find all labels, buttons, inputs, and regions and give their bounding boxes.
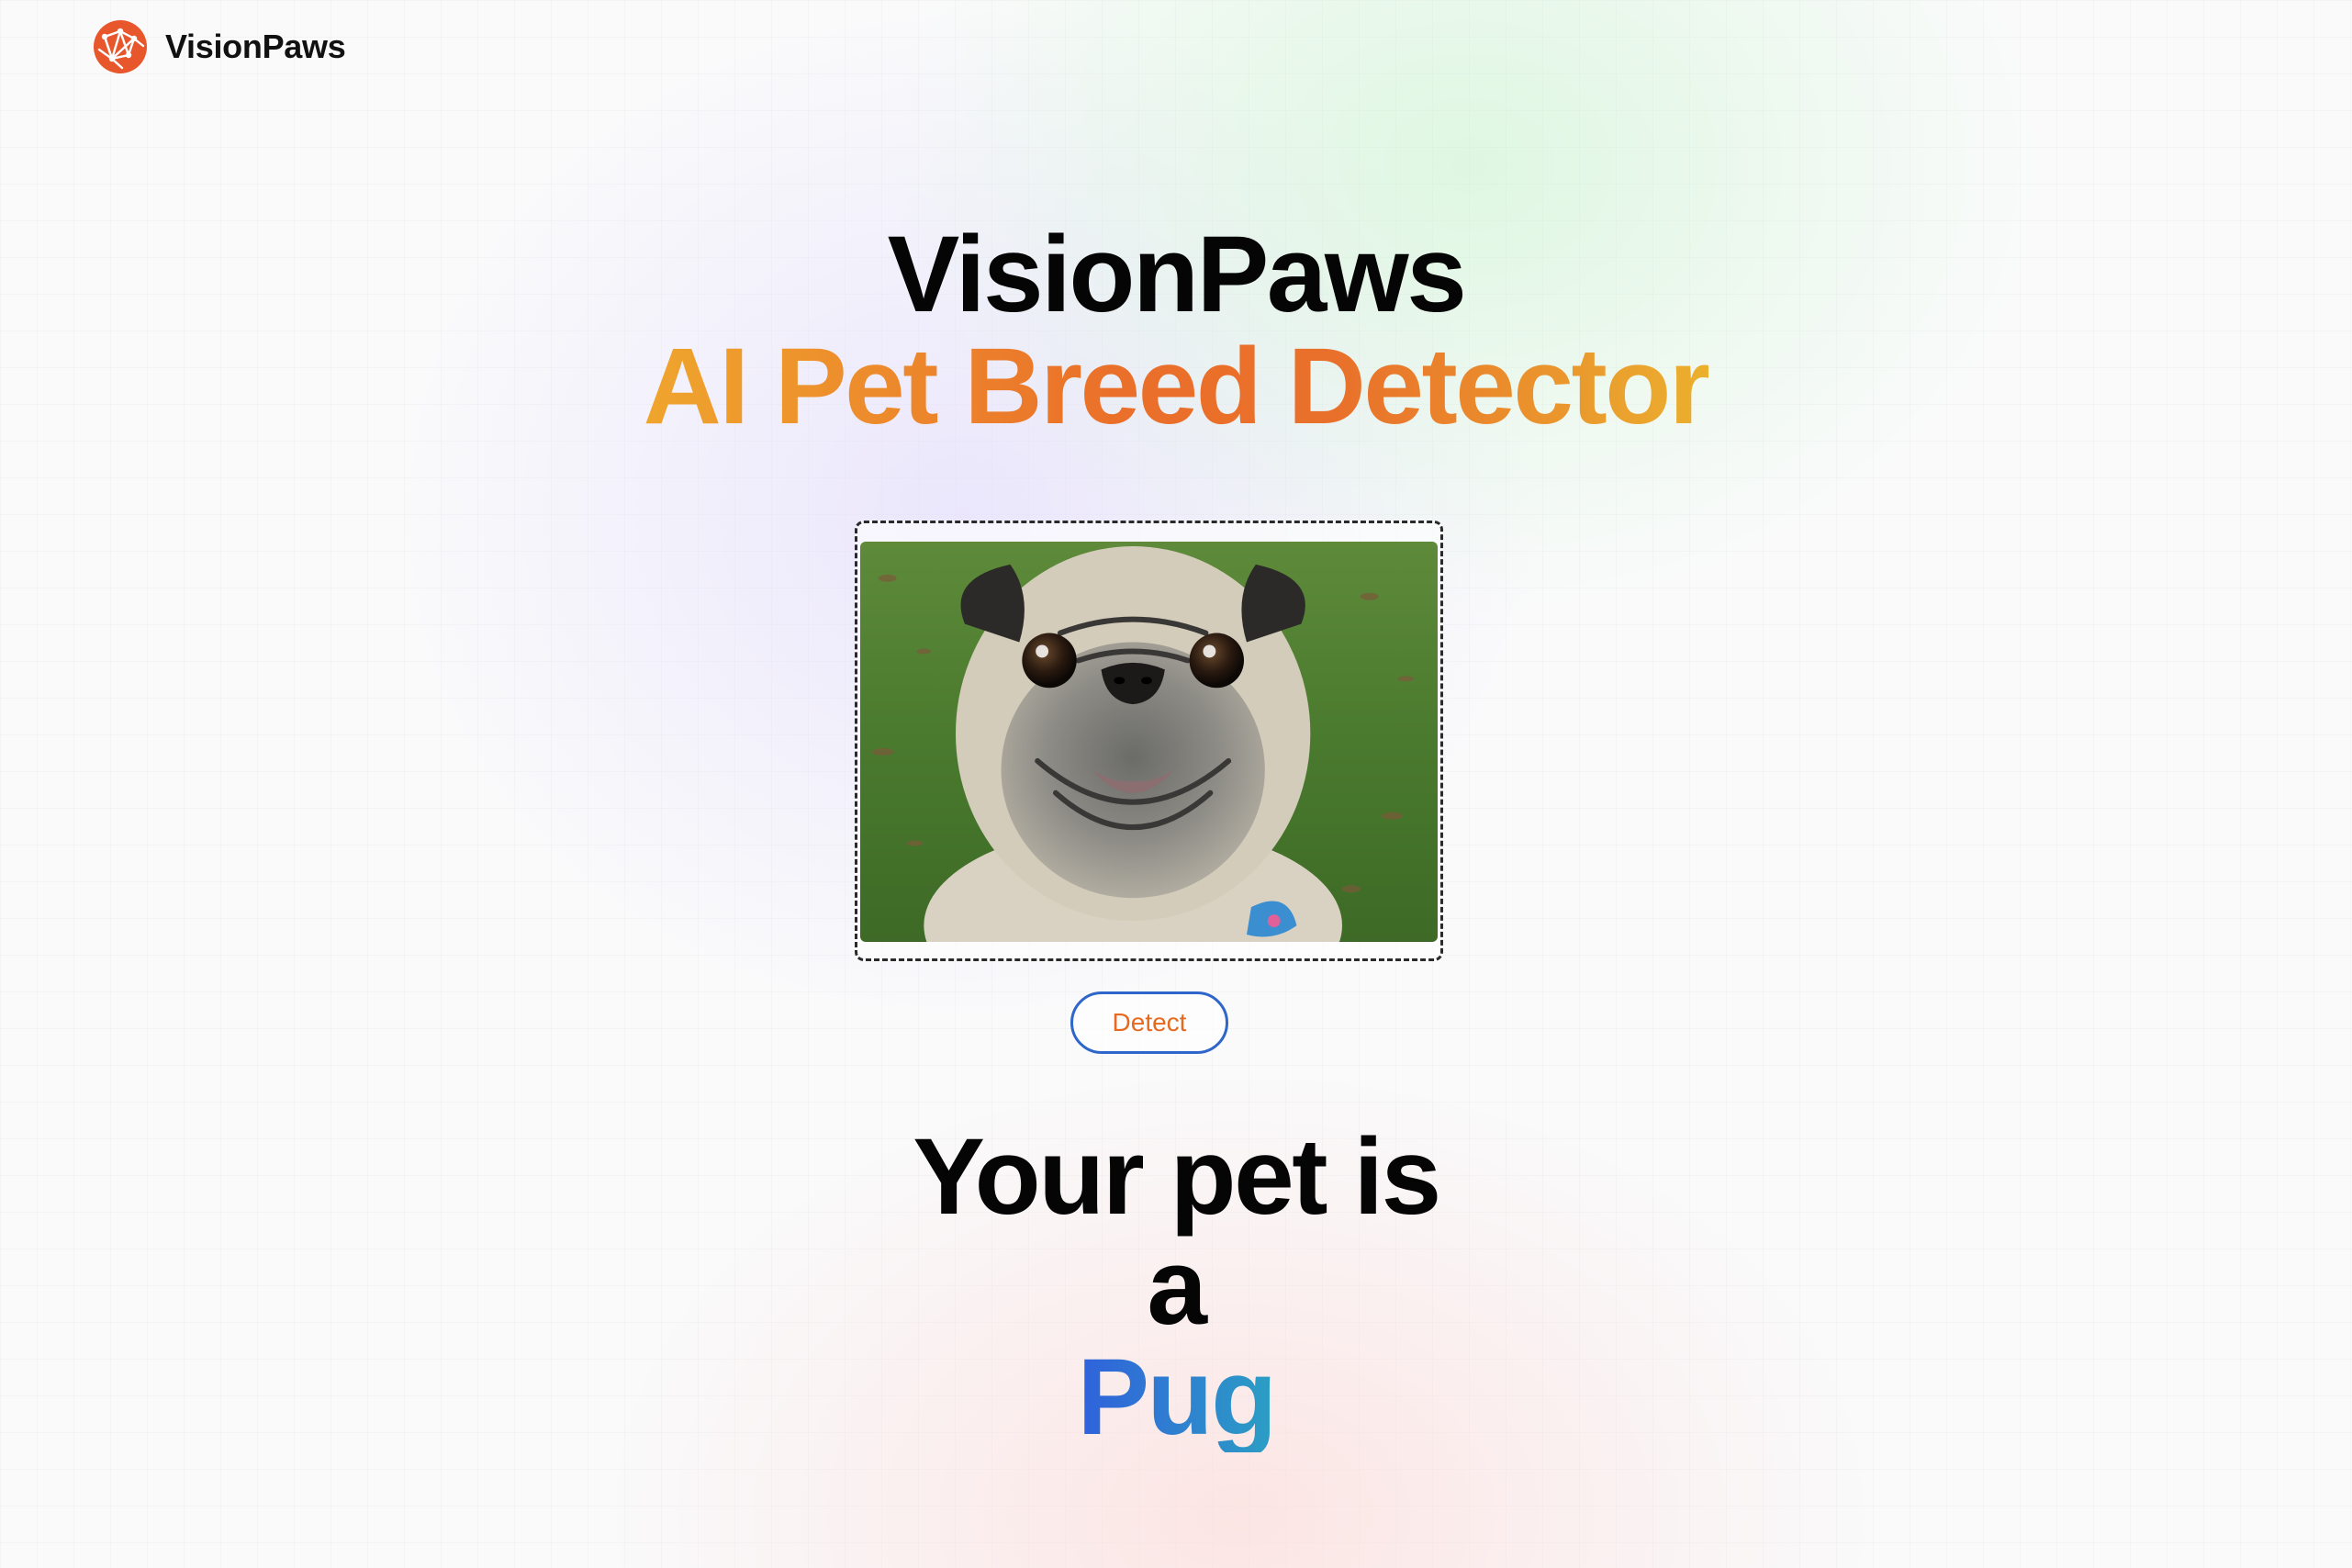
result-line-2: a [1147,1226,1207,1348]
result-line-1: Your pet is [913,1116,1441,1238]
detect-button[interactable]: Detect [1070,991,1228,1054]
brand-logo[interactable]: VisionPaws [92,18,346,75]
page-title: VisionPaws AI Pet Breed Detector [0,218,2352,442]
image-dropzone[interactable] [855,521,1443,961]
breed-name: Pug [1077,1337,1277,1458]
globe-network-icon [92,18,149,75]
hero-section: VisionPaws AI Pet Breed Detector [0,218,2352,442]
detection-result: Your pet is a Pug [0,1122,2352,1452]
title-line: VisionPaws [887,214,1467,335]
brand-name: VisionPaws [165,28,346,65]
pet-photo [860,542,1438,942]
subtitle-line: AI Pet Breed Detector [643,326,1711,447]
